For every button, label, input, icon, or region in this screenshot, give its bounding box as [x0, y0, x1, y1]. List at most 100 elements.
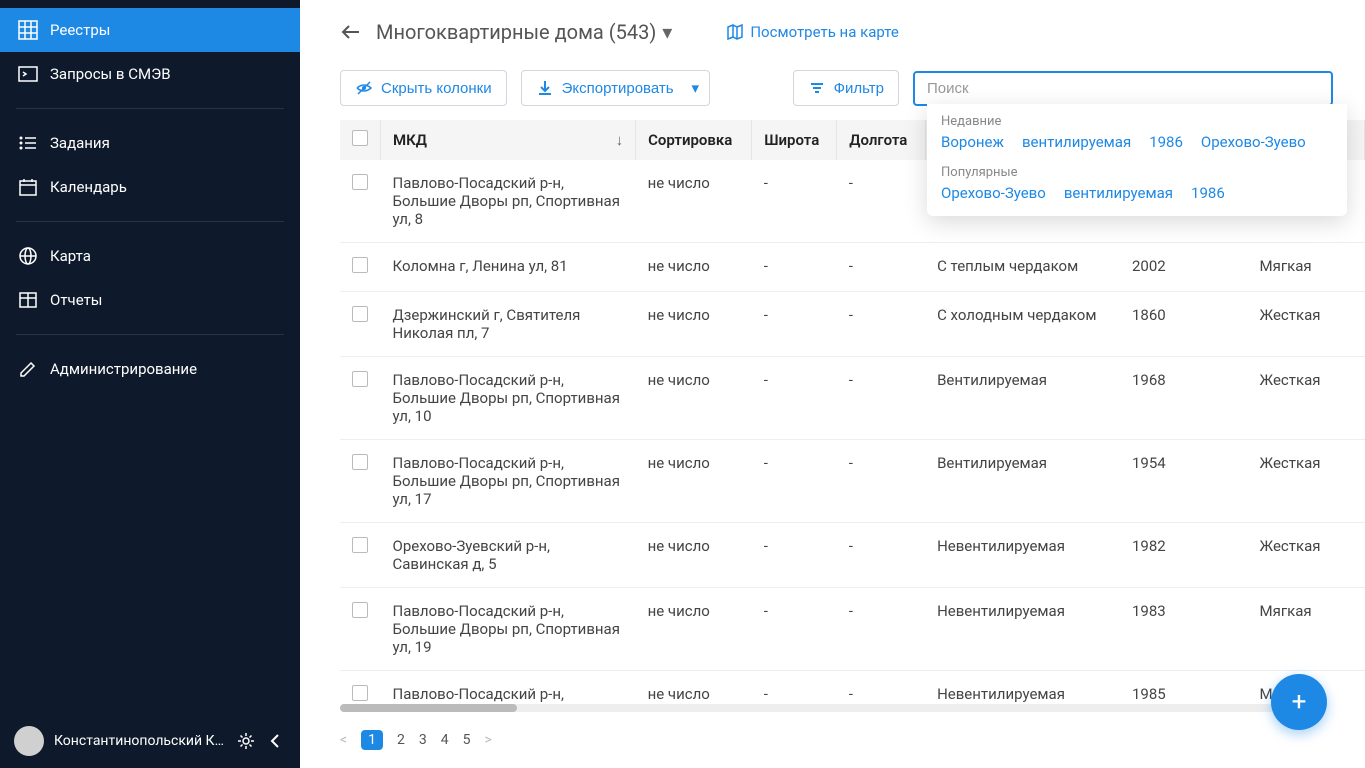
nav-map[interactable]: Карта — [0, 234, 300, 278]
col-header-lat[interactable]: Широта — [752, 120, 837, 160]
row-checkbox-cell[interactable] — [340, 588, 381, 671]
nav-label: Отчеты — [50, 291, 102, 309]
cell-mkd: Павлово-Посадский р-н, Большие Дворы рп,… — [381, 588, 636, 671]
nav-label: Задания — [50, 134, 110, 152]
search-chip[interactable]: Воронеж — [941, 133, 1004, 151]
nav-label: Реестры — [50, 21, 110, 39]
view-on-map-link[interactable]: Посмотреть на карте — [726, 23, 898, 41]
main-content: Многоквартирные дома (543) ▾ Посмотреть … — [300, 0, 1365, 768]
nav-smev[interactable]: Запросы в СМЭВ — [0, 52, 300, 96]
recent-label: Недавние — [941, 114, 1333, 129]
cell-year: 2002 — [1120, 243, 1248, 292]
table-row[interactable]: Орехово-Зуевский р-н, Савинская д, 5не ч… — [340, 523, 1365, 588]
checkbox[interactable] — [352, 685, 368, 701]
table-row[interactable]: Павлово-Посадский р-н, Большие Дворы рп,… — [340, 357, 1365, 440]
cell-mkd: Орехово-Зуевский р-н, Савинская д, 5 — [381, 523, 636, 588]
table-row[interactable]: Коломна г, Ленина ул, 81не число--С тепл… — [340, 243, 1365, 292]
cell-lon: - — [837, 588, 925, 671]
cell-roof: Мягкая — [1248, 243, 1365, 292]
export-button[interactable]: Экспортировать ▾ — [521, 70, 710, 106]
cell-roof: Жесткая — [1248, 523, 1365, 588]
nav-registers[interactable]: Реестры — [0, 8, 300, 52]
cell-lat: - — [752, 243, 837, 292]
cell-sort: не число — [636, 160, 752, 243]
col-header-sort[interactable]: Сортировка — [636, 120, 752, 160]
button-label: Скрыть колонки — [381, 80, 492, 97]
cell-type: Невентилируемая — [925, 671, 1120, 705]
filter-button[interactable]: Фильтр — [793, 70, 899, 106]
page-4[interactable]: 4 — [441, 732, 449, 748]
cell-sort: не число — [636, 588, 752, 671]
hide-columns-button[interactable]: Скрыть колонки — [340, 70, 507, 106]
cell-lon: - — [837, 357, 925, 440]
table-row[interactable]: Павлово-Посадский р-н, Большие Дворы рп,… — [340, 588, 1365, 671]
checkbox[interactable] — [352, 130, 368, 146]
checkbox[interactable] — [352, 306, 368, 322]
back-button[interactable] — [340, 21, 362, 43]
avatar[interactable] — [14, 726, 44, 756]
search-chip[interactable]: 1986 — [1149, 133, 1183, 151]
cell-year: 1982 — [1120, 523, 1248, 588]
nav-divider — [16, 221, 284, 222]
download-icon — [536, 79, 554, 97]
cell-lat: - — [752, 523, 837, 588]
row-checkbox-cell[interactable] — [340, 523, 381, 588]
page-5[interactable]: 5 — [463, 732, 471, 748]
sort-desc-icon — [616, 131, 624, 149]
checkbox[interactable] — [352, 602, 368, 618]
row-checkbox-cell[interactable] — [340, 292, 381, 357]
search-chip[interactable]: вентилируемая — [1022, 133, 1131, 151]
horizontal-scroll[interactable] — [340, 704, 1365, 714]
col-header-lon[interactable]: Долгота — [837, 120, 925, 160]
page-next[interactable]: > — [485, 732, 492, 748]
sidebar: Реестры Запросы в СМЭВ Задания Календарь… — [0, 0, 300, 768]
search-chip[interactable]: Орехово-Зуево — [1201, 133, 1306, 151]
nav-label: Запросы в СМЭВ — [50, 65, 171, 83]
checkbox[interactable] — [352, 537, 368, 553]
table-row[interactable]: Дзержинский г, Святителя Николая пл, 7не… — [340, 292, 1365, 357]
search-chip[interactable]: 1986 — [1191, 184, 1225, 202]
nav-calendar[interactable]: Календарь — [0, 165, 300, 209]
nav-reports[interactable]: Отчеты — [0, 278, 300, 322]
plus-icon: + — [1292, 687, 1307, 717]
checkbox[interactable] — [352, 174, 368, 190]
search-chip[interactable]: Орехово-Зуево — [941, 184, 1046, 202]
calendar-icon — [18, 177, 38, 197]
page-2[interactable]: 2 — [397, 732, 405, 748]
cell-mkd: Дзержинский г, Святителя Николая пл, 7 — [381, 292, 636, 357]
button-label: Экспортировать — [562, 80, 674, 97]
collapse-icon[interactable] — [266, 731, 286, 751]
col-header-mkd[interactable]: МКД — [381, 120, 636, 160]
cell-sort: не число — [636, 243, 752, 292]
page-1[interactable]: 1 — [361, 730, 383, 750]
table-row[interactable]: Павлово-Посадский р-н, Большие Дворы рп,… — [340, 440, 1365, 523]
row-checkbox-cell[interactable] — [340, 440, 381, 523]
page-prev[interactable]: < — [340, 732, 347, 748]
page-3[interactable]: 3 — [419, 732, 427, 748]
search-suggestions-dropdown: Недавние Воронеж вентилируемая 1986 Орех… — [927, 104, 1347, 216]
cell-lat: - — [752, 671, 837, 705]
page-title[interactable]: Многоквартирные дома (543) ▾ — [376, 20, 672, 44]
search-chip[interactable]: вентилируемая — [1064, 184, 1173, 202]
row-checkbox-cell[interactable] — [340, 357, 381, 440]
pagination: < 1 2 3 4 5 > — [300, 714, 1365, 768]
popular-label: Популярные — [941, 165, 1333, 180]
checkbox[interactable] — [352, 257, 368, 273]
nav-label: Календарь — [50, 178, 127, 196]
settings-icon[interactable] — [236, 731, 256, 751]
checkbox[interactable] — [352, 454, 368, 470]
table-row[interactable]: Павлово-Посадский р-н, Алферово д, 4не ч… — [340, 671, 1365, 705]
terminal-icon — [18, 64, 38, 84]
checkbox[interactable] — [352, 371, 368, 387]
nav-admin[interactable]: Администрирование — [0, 347, 300, 391]
select-all-header[interactable] — [340, 120, 381, 160]
row-checkbox-cell[interactable] — [340, 160, 381, 243]
add-button[interactable]: + — [1271, 674, 1327, 730]
topbar: Многоквартирные дома (543) ▾ Посмотреть … — [300, 0, 1365, 56]
cell-lon: - — [837, 292, 925, 357]
row-checkbox-cell[interactable] — [340, 671, 381, 705]
row-checkbox-cell[interactable] — [340, 243, 381, 292]
search-input[interactable] — [913, 71, 1333, 106]
nav-tasks[interactable]: Задания — [0, 121, 300, 165]
cell-mkd: Павлово-Посадский р-н, Алферово д, 4 — [381, 671, 636, 705]
